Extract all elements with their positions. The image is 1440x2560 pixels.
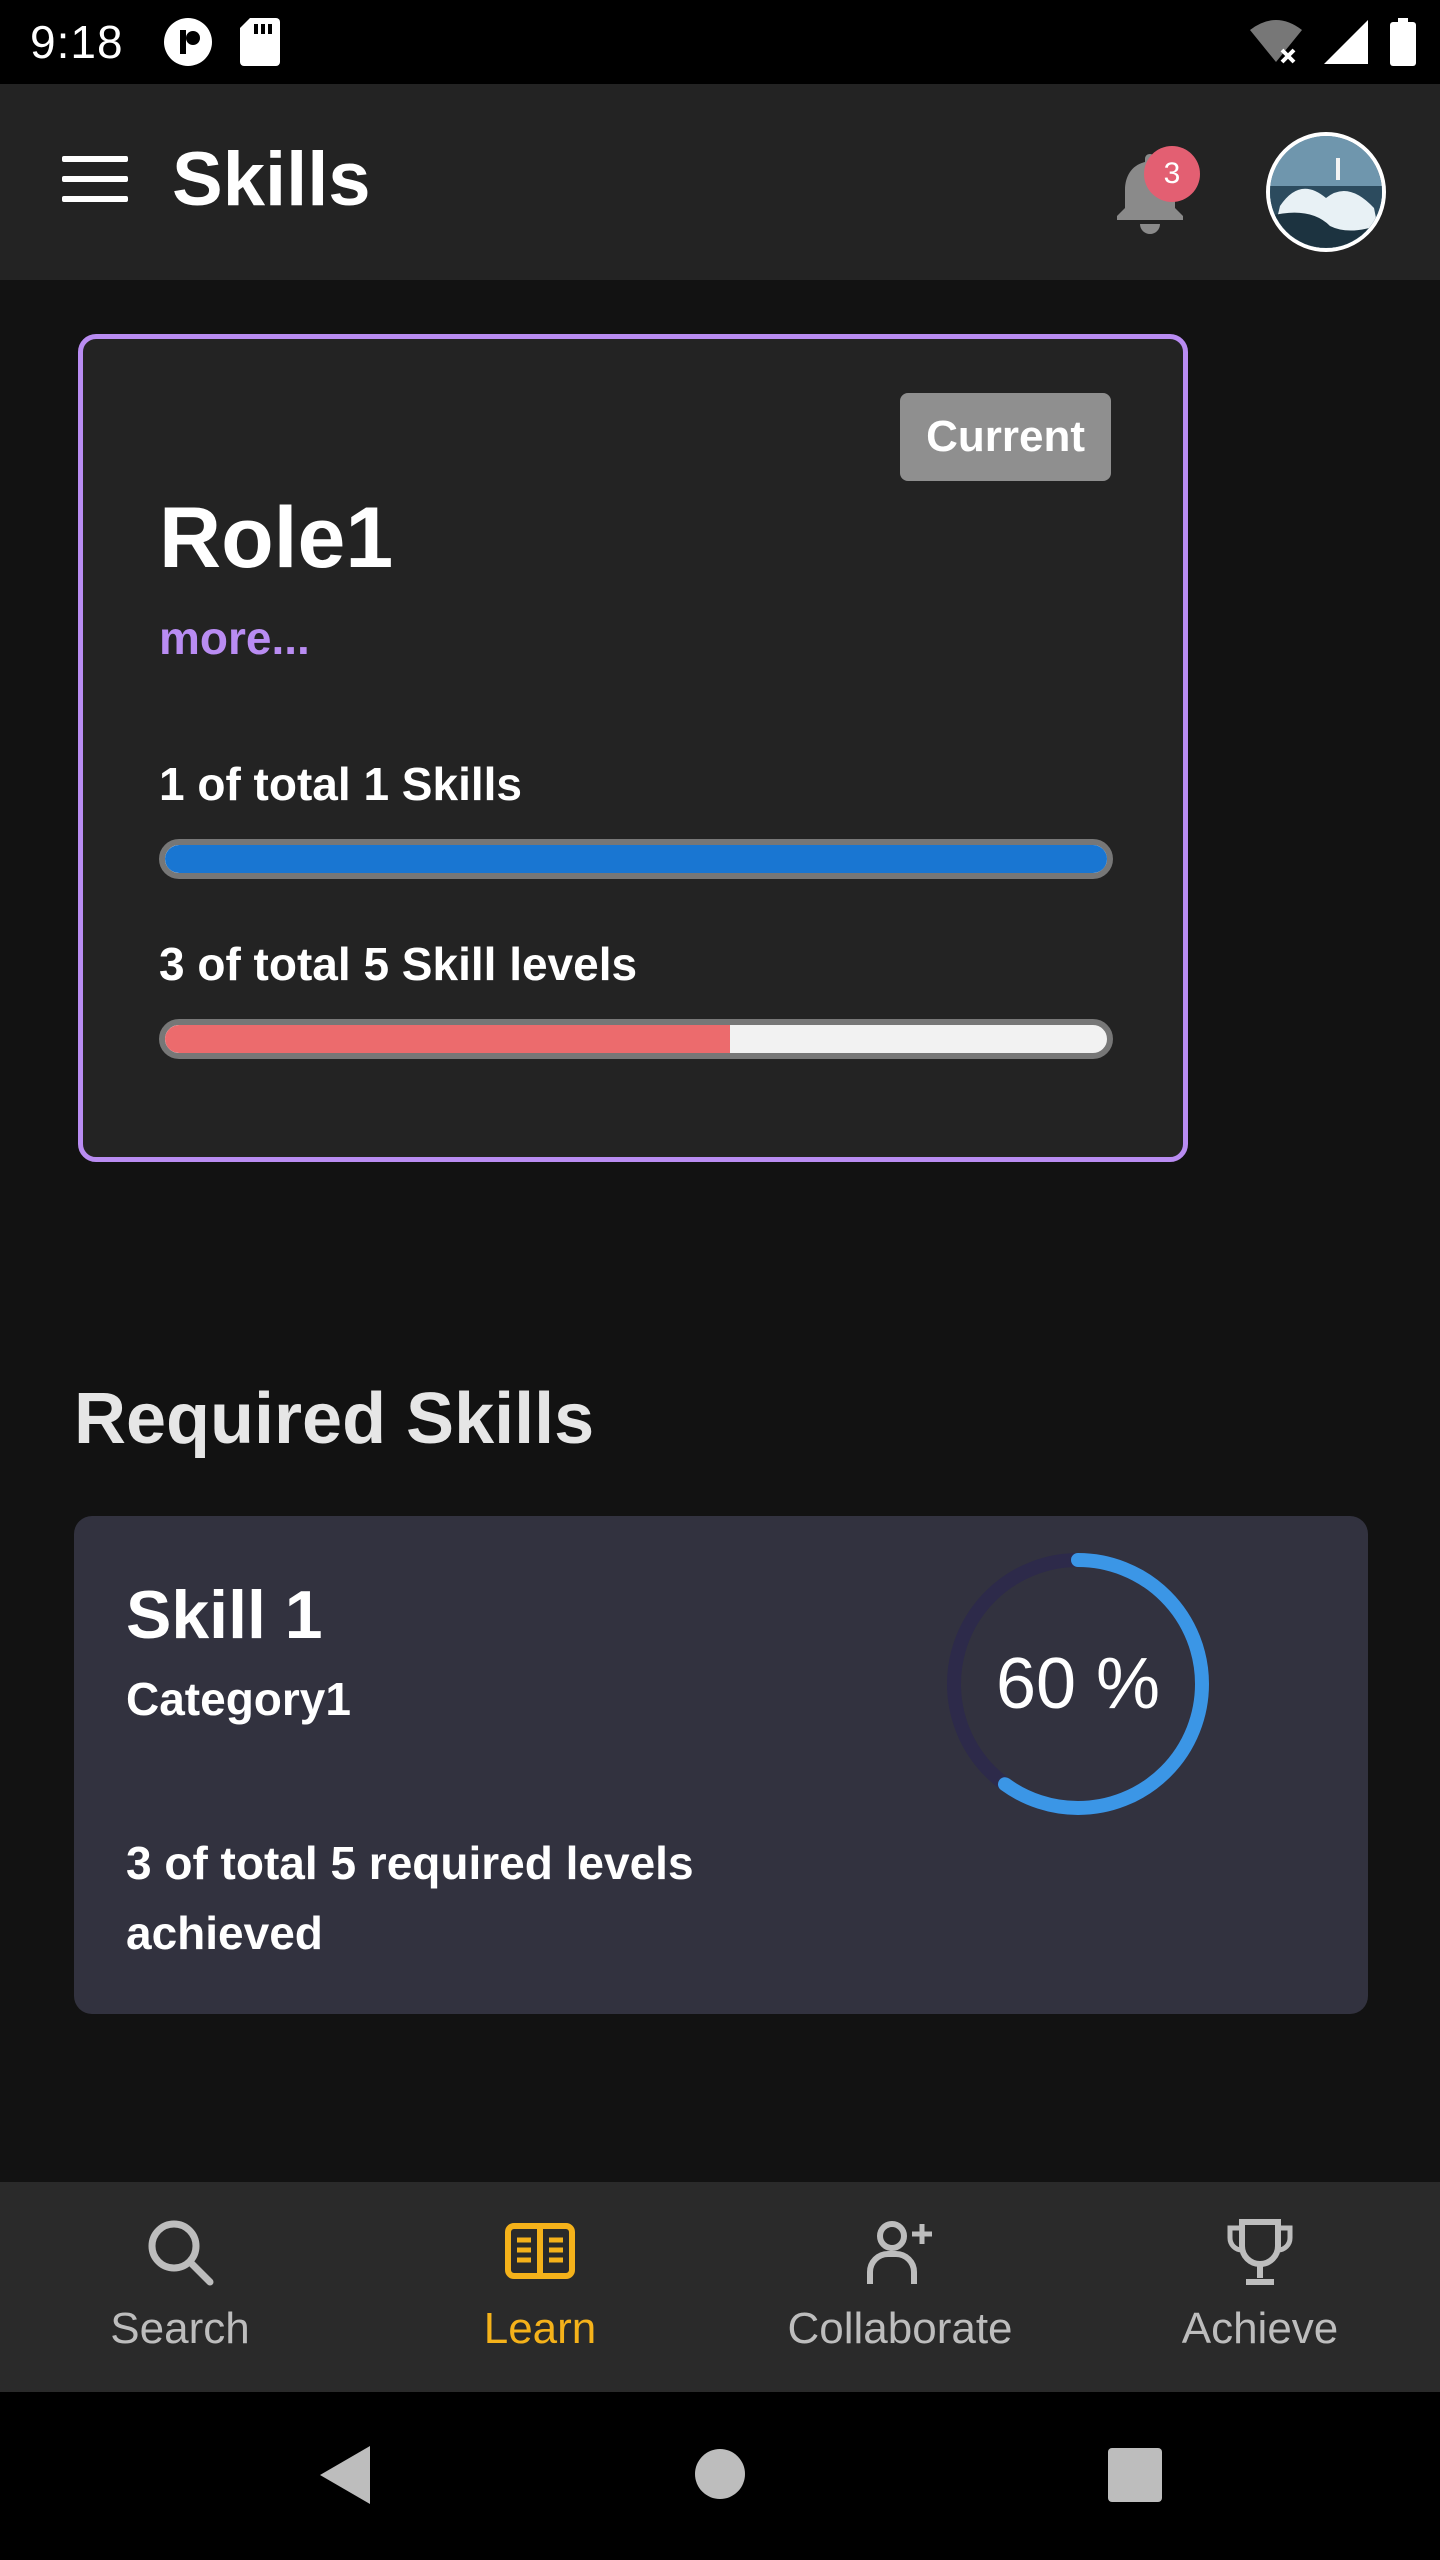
notification-badge: 3 <box>1144 146 1200 202</box>
menu-icon-line <box>62 156 128 162</box>
current-badge: Current <box>900 393 1111 481</box>
skill-card[interactable]: Skill 1 Category1 3 of total 5 required … <box>74 1516 1368 2014</box>
person-add-icon <box>867 2221 932 2284</box>
menu-icon-line <box>62 196 128 202</box>
home-icon[interactable] <box>694 2448 746 2500</box>
status-right-icons <box>1250 0 1416 84</box>
wifi-off-icon <box>1250 20 1302 64</box>
search-icon <box>148 2220 214 2286</box>
nav-item-achieve[interactable]: Achieve <box>1080 2182 1440 2392</box>
recents-icon[interactable] <box>1108 2448 1162 2502</box>
levels-progress-bar <box>159 1019 1113 1059</box>
section-title-required-skills: Required Skills <box>74 1379 595 1459</box>
nav-label-achieve: Achieve <box>1181 2304 1339 2353</box>
page-title: Skills <box>172 137 371 222</box>
app-notification-icon <box>163 18 212 66</box>
nav-item-learn[interactable]: Learn <box>360 2182 720 2392</box>
nav-item-collaborate[interactable]: Collaborate <box>720 2182 1080 2392</box>
sd-card-icon <box>239 18 280 66</box>
more-link[interactable]: more... <box>159 611 310 665</box>
trophy-icon <box>1227 2219 1293 2285</box>
role-card[interactable]: Current Role1 more... 1 of total 1 Skill… <box>78 334 1188 1162</box>
battery-icon <box>1390 18 1416 66</box>
skills-progress-label: 1 of total 1 Skills <box>159 758 522 810</box>
skills-progress-fill <box>165 845 1107 873</box>
app-bar: Skills 3 <box>0 84 1440 280</box>
status-bar: 9:18 <box>0 0 1440 84</box>
screen: 9:18 Skills 3 Current Role1 more... 1 of… <box>0 0 1440 2560</box>
role-title: Role1 <box>159 490 394 586</box>
bottom-nav: Search Learn Collaborate Achieve <box>0 2182 1440 2392</box>
nav-item-search[interactable]: Search <box>0 2182 360 2392</box>
skill-category: Category1 <box>126 1673 351 1725</box>
levels-progress-label: 3 of total 5 Skill levels <box>159 938 638 990</box>
avatar-image <box>1270 136 1382 248</box>
book-icon <box>505 2223 575 2279</box>
status-time: 9:18 <box>30 16 124 68</box>
status-left-icons <box>162 16 280 68</box>
skill-percent-label: 60 % <box>995 1644 1161 1724</box>
skill-levels-text: 3 of total 5 required levels achieved <box>126 1837 694 1959</box>
levels-progress-fill <box>165 1025 731 1053</box>
skills-progress-bar <box>159 839 1113 879</box>
signal-icon <box>1324 20 1368 64</box>
nav-label-learn: Learn <box>483 2304 597 2353</box>
back-icon[interactable] <box>318 2444 372 2506</box>
nav-label-search: Search <box>110 2304 250 2353</box>
system-nav <box>0 2392 1440 2560</box>
skill-name: Skill 1 <box>126 1577 323 1653</box>
avatar[interactable] <box>1266 132 1386 252</box>
menu-icon-line <box>62 176 128 182</box>
nav-label-collaborate: Collaborate <box>787 2304 1013 2353</box>
menu-button[interactable] <box>62 156 134 208</box>
